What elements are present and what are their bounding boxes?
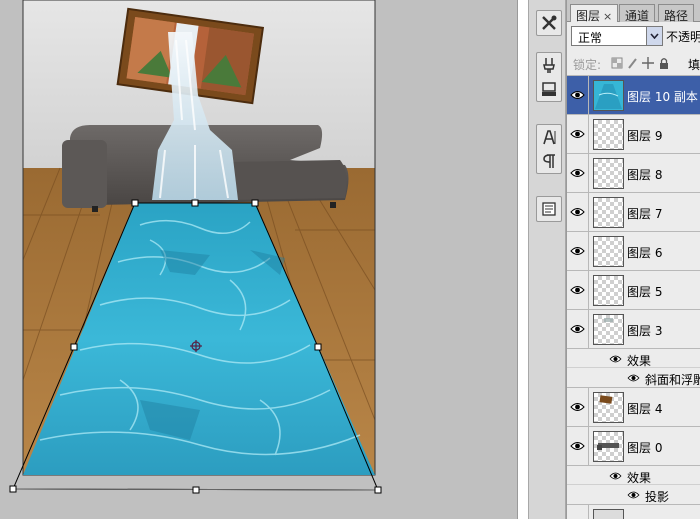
- visibility-cell[interactable]: [567, 76, 589, 114]
- eye-icon[interactable]: [570, 128, 585, 140]
- eye-icon[interactable]: [570, 167, 585, 179]
- layer-thumbnail: [593, 197, 624, 228]
- chevron-down-icon[interactable]: [646, 27, 662, 45]
- document-artwork[interactable]: [0, 0, 520, 519]
- document-canvas-area[interactable]: [0, 0, 528, 519]
- layer-thumbnail: [593, 119, 624, 150]
- eye-icon[interactable]: [570, 89, 585, 101]
- tab-channels-label: 通道: [625, 9, 650, 23]
- tool-group-2: [536, 52, 562, 102]
- eye-icon[interactable]: [627, 490, 640, 500]
- tab-paths-label: 路径: [664, 9, 689, 23]
- layer-options-row: 正常 不透明: [567, 22, 700, 50]
- layer-row[interactable]: 图层 9: [567, 115, 700, 154]
- lock-transparency-icon[interactable]: [611, 57, 623, 69]
- layer-thumbnail: [593, 509, 624, 519]
- tab-layers[interactable]: 图层 ×: [570, 4, 619, 23]
- eye-icon[interactable]: [609, 354, 622, 364]
- visibility-cell[interactable]: [567, 193, 589, 231]
- layer-row[interactable]: 图层 0: [567, 427, 700, 466]
- eye-icon[interactable]: [570, 245, 585, 257]
- blend-mode-value: 正常: [578, 31, 603, 45]
- effect-item-row[interactable]: 投影: [567, 485, 700, 505]
- layer-name: 图层 8: [627, 168, 663, 182]
- layer-row[interactable]: 图层 7: [567, 193, 700, 232]
- fill-label[interactable]: 填: [688, 56, 700, 73]
- effects-label: 效果: [627, 354, 652, 368]
- layer-name: 图层 10 副本 3: [627, 90, 700, 104]
- brush-stamp-icon[interactable]: [537, 53, 561, 77]
- visibility-cell[interactable]: [567, 154, 589, 192]
- layer-name: 图层 6: [627, 246, 663, 260]
- effect-bevel-emboss-label: 斜面和浮雕: [645, 373, 700, 387]
- layer-name: 图层 5: [627, 285, 663, 299]
- eye-icon[interactable]: [570, 440, 585, 452]
- layer-name: 图层 0: [627, 441, 663, 455]
- layer-name: 图层 4: [627, 402, 663, 416]
- lock-all-icon[interactable]: [658, 57, 670, 69]
- paragraph-icon[interactable]: [537, 149, 561, 173]
- eye-icon[interactable]: [609, 471, 622, 481]
- lock-label: 锁定:: [573, 58, 602, 72]
- layer-name: 图层 3: [627, 324, 663, 338]
- layer-row[interactable]: [567, 505, 700, 519]
- eye-icon[interactable]: [570, 401, 585, 413]
- panel-tabs: 图层 × 通道 路径: [567, 0, 700, 23]
- lock-brush-icon[interactable]: [627, 57, 639, 69]
- layer-name: 图层 9: [627, 129, 663, 143]
- visibility-cell[interactable]: [567, 505, 589, 519]
- lock-row: 锁定: 填: [567, 50, 700, 76]
- collapsed-panels-strip: [528, 0, 566, 519]
- eye-icon[interactable]: [570, 284, 585, 296]
- notes-icon[interactable]: [537, 197, 561, 221]
- layers-panel: 图层 × 通道 路径 正常 不透明 锁定: 填 图层 10 副本 图层 9 图层…: [566, 0, 700, 519]
- layer-row[interactable]: 图层 10 副本 3: [567, 76, 700, 115]
- visibility-cell[interactable]: [567, 271, 589, 309]
- layer-list: 图层 10 副本 3 图层 9 图层 8 图层 7 图层 6: [567, 76, 700, 519]
- eye-icon[interactable]: [570, 206, 585, 218]
- vertical-scrollbar[interactable]: [517, 0, 528, 519]
- effects-row[interactable]: 效果: [567, 349, 700, 368]
- visibility-cell[interactable]: [567, 310, 589, 348]
- effect-drop-shadow-label: 投影: [645, 490, 670, 504]
- layer-row[interactable]: 图层 8: [567, 154, 700, 193]
- visibility-cell[interactable]: [567, 427, 589, 465]
- layer-thumbnail: [593, 431, 624, 462]
- visibility-cell[interactable]: [567, 115, 589, 153]
- text-char-icon[interactable]: [537, 125, 561, 149]
- eye-icon[interactable]: [627, 373, 640, 383]
- tool-group-3: [536, 124, 562, 174]
- tool-group-4: [536, 196, 562, 222]
- layer-thumbnail: [593, 314, 624, 345]
- layer-row[interactable]: 图层 5: [567, 271, 700, 310]
- layer-name: 图层 7: [627, 207, 663, 221]
- layer-thumbnail: [593, 236, 624, 267]
- layer-thumbnail: [593, 80, 624, 111]
- layer-thumbnail: [593, 158, 624, 189]
- tool-group-1: [536, 10, 562, 36]
- opacity-label[interactable]: 不透明: [666, 28, 700, 45]
- layer-thumbnail: [593, 392, 624, 423]
- layer-row[interactable]: 图层 6: [567, 232, 700, 271]
- layer-row[interactable]: 图层 4: [567, 388, 700, 427]
- effects-label: 效果: [627, 471, 652, 485]
- lock-move-icon[interactable]: [642, 57, 654, 69]
- tab-channels[interactable]: 通道: [619, 4, 656, 23]
- eye-icon[interactable]: [570, 323, 585, 335]
- effect-item-row[interactable]: 斜面和浮雕: [567, 368, 700, 388]
- visibility-cell[interactable]: [567, 388, 589, 426]
- tab-paths[interactable]: 路径: [658, 4, 695, 23]
- blend-mode-select[interactable]: 正常: [571, 26, 663, 46]
- layer-thumbnail: [593, 275, 624, 306]
- stamp-icon[interactable]: [537, 77, 561, 101]
- layer-row[interactable]: 图层 3: [567, 310, 700, 349]
- tab-layers-label: 图层: [576, 9, 601, 23]
- effects-row[interactable]: 效果: [567, 466, 700, 485]
- visibility-cell[interactable]: [567, 232, 589, 270]
- cross-tools-icon[interactable]: [537, 11, 561, 35]
